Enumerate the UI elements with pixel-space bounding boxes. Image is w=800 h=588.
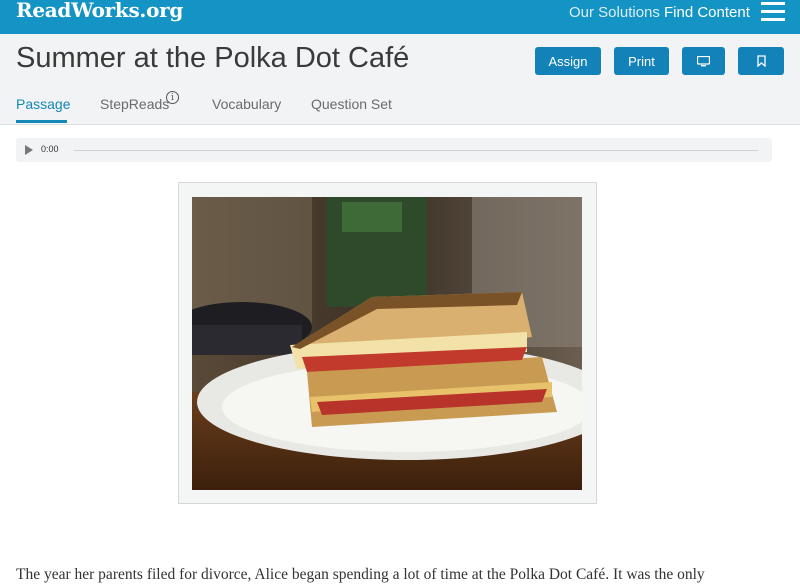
tab-stepreads[interactable]: StepReads — [100, 96, 169, 112]
active-tab-indicator — [16, 120, 67, 123]
passage-header: Summer at the Polka Dot Café Assign Prin… — [0, 34, 800, 125]
page-title: Summer at the Polka Dot Café — [16, 42, 410, 74]
audio-progress-track[interactable] — [74, 150, 758, 151]
assign-button[interactable]: Assign — [535, 47, 601, 75]
tab-passage[interactable]: Passage — [16, 96, 70, 112]
hamburger-menu-icon[interactable] — [761, 2, 785, 22]
play-icon[interactable] — [25, 145, 33, 155]
info-icon[interactable]: i — [166, 91, 179, 104]
nav-find-content[interactable]: Find Content — [664, 4, 750, 21]
passage-image-frame — [178, 182, 597, 504]
print-button[interactable]: Print — [614, 47, 669, 75]
site-logo[interactable]: ReadWorks.org — [16, 0, 183, 22]
bookmark-button[interactable] — [738, 47, 784, 75]
tab-vocabulary[interactable]: Vocabulary — [212, 96, 281, 112]
monitor-icon — [697, 55, 710, 66]
present-button[interactable] — [682, 47, 725, 75]
passage-text: The year her parents filed for divorce, … — [16, 566, 705, 583]
bookmark-icon — [756, 55, 766, 67]
grilled-cheese-photo — [192, 197, 582, 490]
nav-our-solutions[interactable]: Our Solutions — [569, 4, 660, 21]
audio-time: 0:00 — [41, 144, 59, 154]
top-navbar: ReadWorks.org Our Solutions Find Content — [0, 0, 800, 34]
audio-player: 0:00 — [16, 138, 772, 162]
tab-question-set[interactable]: Question Set — [311, 96, 392, 112]
